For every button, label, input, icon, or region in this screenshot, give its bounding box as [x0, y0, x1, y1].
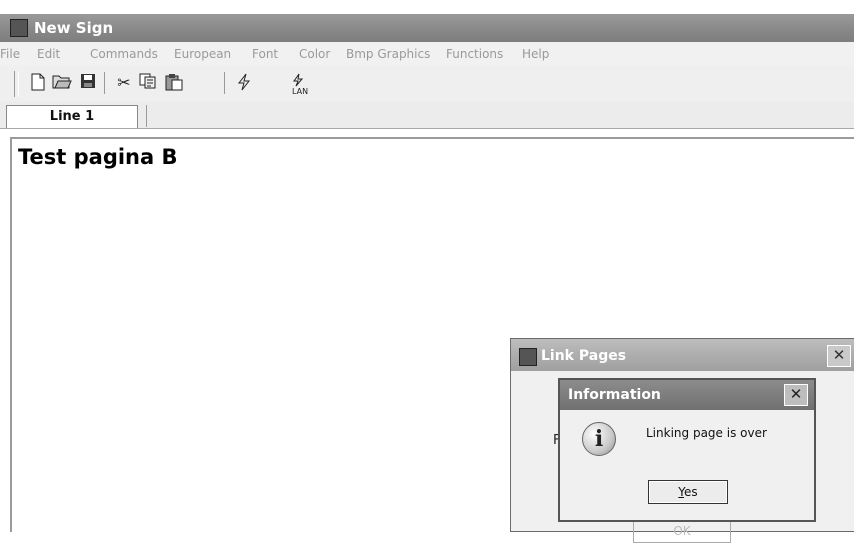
line-tabs: Line 1 [0, 102, 854, 129]
menu-functions[interactable]: Functions [446, 47, 503, 61]
menu-help[interactable]: Help [522, 47, 549, 61]
paste-icon[interactable] [164, 73, 184, 93]
toolbar-separator [224, 72, 225, 94]
yes-button-label: es [684, 485, 698, 499]
yes-button[interactable]: Yes [648, 480, 728, 504]
menu-edit[interactable]: Edit [37, 47, 60, 61]
app-icon [10, 19, 28, 37]
tab-divider [146, 105, 147, 127]
information-title: Information [568, 387, 661, 403]
lightning-icon[interactable] [234, 73, 254, 93]
information-icon: i [582, 422, 616, 456]
window-titlebar: New Sign [0, 14, 854, 42]
close-icon[interactable]: ✕ [784, 384, 808, 406]
link-pages-titlebar: Link Pages ✕ [511, 339, 854, 371]
menu-european[interactable]: European [174, 47, 231, 61]
close-icon[interactable]: ✕ [827, 345, 851, 367]
tab-line-1[interactable]: Line 1 [6, 105, 138, 128]
editor-text[interactable]: Test pagina B [18, 145, 178, 169]
menu-commands[interactable]: Commands [90, 47, 158, 61]
toolbar-separator [104, 72, 105, 94]
copy-icon[interactable] [138, 73, 158, 93]
app-icon [519, 348, 537, 366]
lan-icon[interactable]: LAN [290, 73, 310, 96]
open-folder-icon[interactable] [52, 73, 72, 93]
ok-button[interactable]: OK [633, 521, 731, 543]
menu-color[interactable]: Color [299, 47, 330, 61]
information-message: Linking page is over [646, 426, 767, 440]
cut-scissors-icon[interactable]: ✂ [114, 73, 134, 93]
link-pages-title: Link Pages [541, 348, 627, 364]
menu-font[interactable]: Font [252, 47, 278, 61]
window-title: New Sign [34, 19, 114, 37]
new-document-icon[interactable] [28, 73, 48, 93]
menu-file[interactable]: File [0, 47, 20, 61]
toolbar: ✂ LAN [0, 66, 854, 103]
save-disk-icon[interactable] [78, 73, 98, 93]
information-titlebar: Information ✕ [560, 380, 814, 410]
menu-bar: File Edit Commands European Font Color B… [0, 42, 854, 66]
svg-text:LAN: LAN [292, 87, 308, 95]
toolbar-grip[interactable] [14, 71, 19, 97]
information-dialog: Information ✕ i Linking page is over Yes [558, 378, 816, 522]
menu-bmp-graphics[interactable]: Bmp Graphics [346, 47, 430, 61]
